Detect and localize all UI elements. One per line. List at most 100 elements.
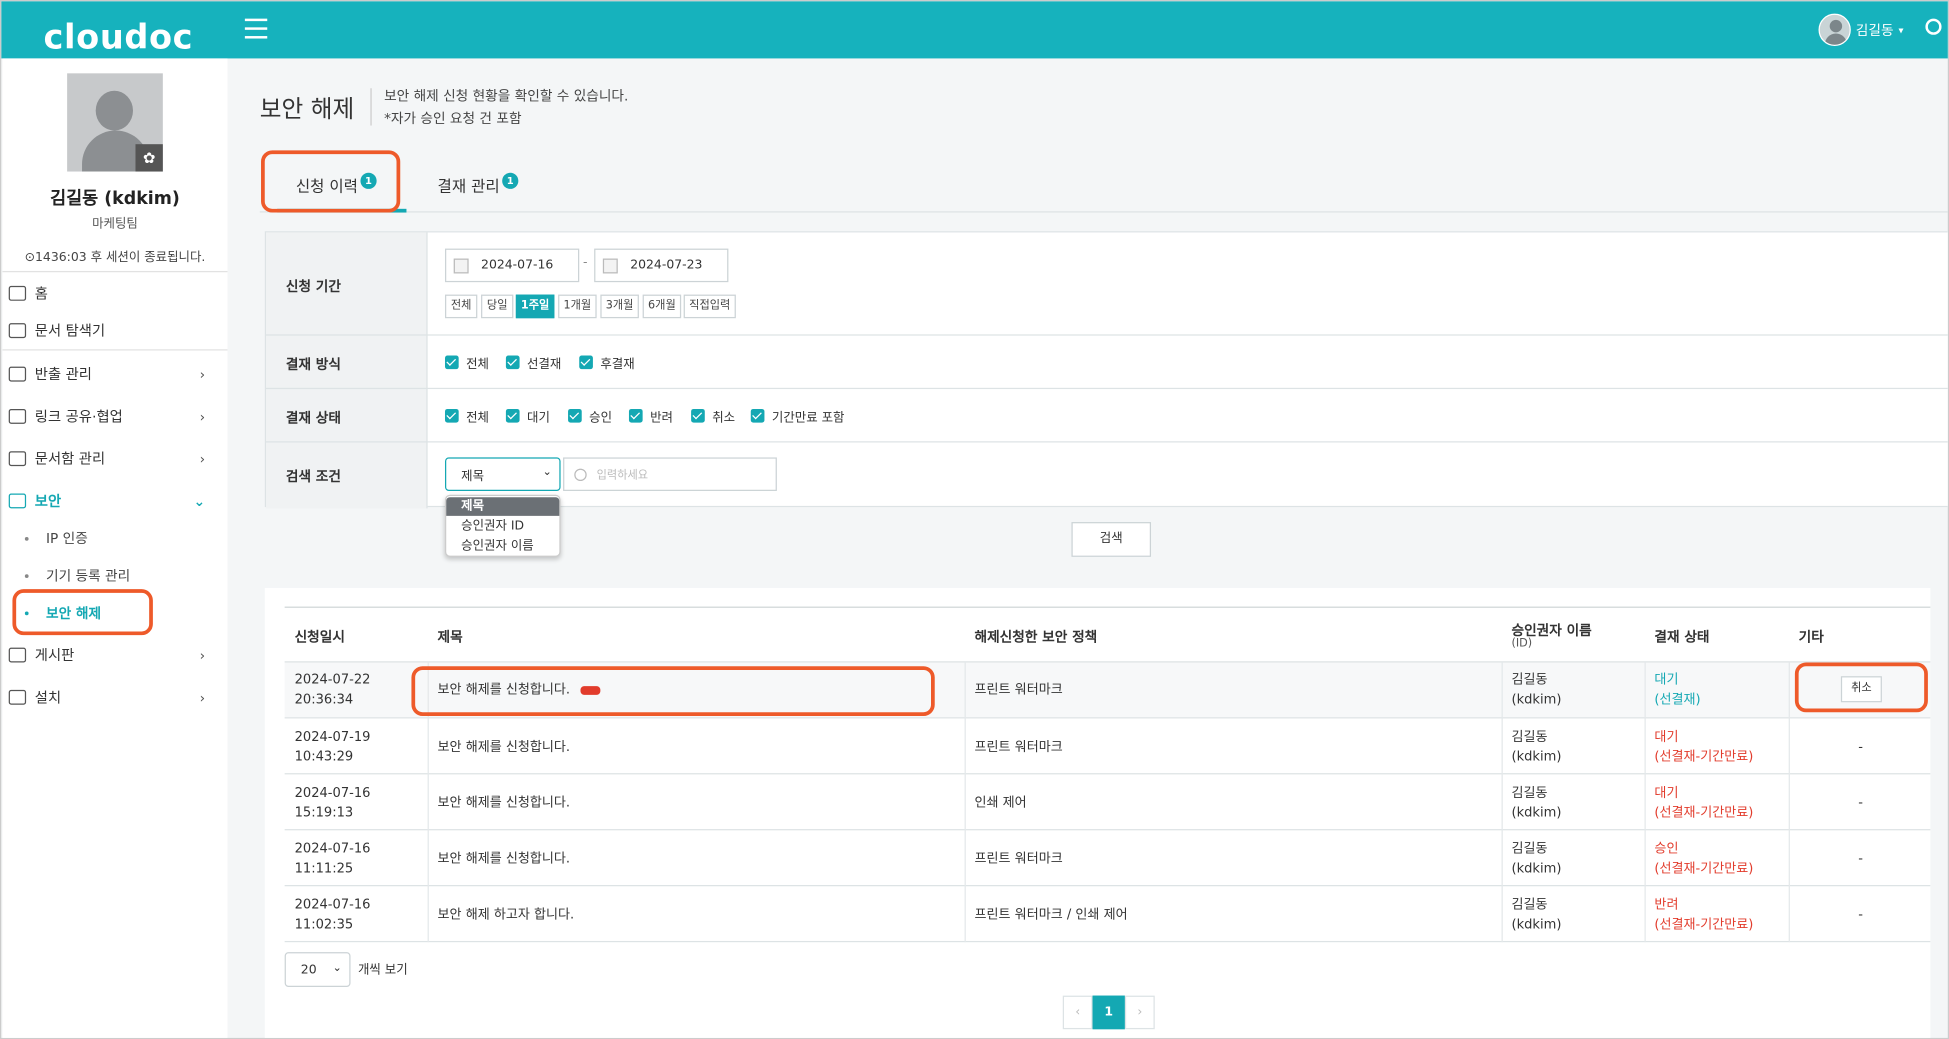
status-canceled-checkbox[interactable]: 취소 [691, 406, 736, 425]
row-policy: 프린트 워터마크 [974, 739, 1063, 755]
sidebar-item-home[interactable]: 홈 [2, 275, 227, 312]
divider [2, 270, 228, 273]
row-approver: 김길동 (kdkim) [1511, 729, 1562, 765]
col-header-title: 제목 [437, 628, 463, 646]
range-custom-button[interactable]: 직접입력 [683, 294, 736, 319]
sidebar-item-docbox[interactable]: 문서함 관리 › [2, 440, 227, 477]
dropdown-option-title[interactable]: 제목 [446, 497, 560, 516]
range-all-button[interactable]: 전체 [444, 294, 478, 319]
date-to-value: 2024-07-23 [630, 258, 703, 273]
tab-approval-management[interactable]: 결재 관리 1 [437, 172, 519, 197]
date-to-input[interactable]: 2024-07-23 [594, 248, 729, 283]
calendar-icon [453, 257, 469, 273]
sidebar-item-install[interactable]: 설치 › [2, 679, 227, 716]
checkbox-label: 반려 [650, 410, 673, 425]
page-1-button[interactable]: 1 [1092, 995, 1125, 1030]
divider [2, 349, 228, 351]
profile-department: 마케팅팀 [92, 217, 138, 232]
status-approved-checkbox[interactable]: 승인 [568, 406, 612, 424]
range-3month-button[interactable]: 3개월 [600, 294, 639, 319]
status-all-checkbox[interactable]: 전체 [444, 406, 489, 424]
dropdown-option-approver-name[interactable]: 승인권자 이름 [446, 537, 559, 556]
gear-icon[interactable]: ✿ [135, 144, 163, 172]
range-6month-button[interactable]: 6개월 [642, 294, 682, 319]
date-from-input[interactable]: 2024-07-16 [444, 248, 580, 283]
row-title-link[interactable]: 보안 해제를 신청합니다. [438, 849, 571, 869]
link-icon [8, 408, 27, 424]
prev-page-button[interactable]: ‹ [1062, 995, 1093, 1030]
search-condition-select[interactable]: 제목 ⌄ [444, 457, 561, 491]
checkbox-label: 선결재 [527, 357, 562, 372]
highlight-box [1794, 662, 1928, 713]
row-approver: 김길동 (kdkim) [1511, 785, 1562, 821]
col-header-status: 결재 상태 [1654, 628, 1710, 646]
dropdown-option-approver-id[interactable]: 승인권자 ID [446, 517, 559, 536]
sidebar-item-board[interactable]: 게시판 › [2, 636, 227, 673]
per-page-select[interactable]: 20 ⌄ [284, 952, 351, 987]
range-today-button[interactable]: 당일 [481, 294, 514, 319]
sidebar-item-label: 문서 탐색기 [34, 321, 106, 340]
row-title-link[interactable]: 보안 해제 하고자 합니다. [438, 905, 575, 925]
checkbox-label: 취소 [712, 410, 736, 425]
row-etc: - [1858, 851, 1864, 867]
range-1month-button[interactable]: 1개월 [558, 294, 597, 319]
sidebar-item-label: 게시판 [34, 646, 75, 664]
highlight-box [12, 589, 153, 636]
sidebar-item-label: 링크 공유·협업 [34, 407, 123, 426]
table-top-border [284, 606, 1931, 608]
menu-icon[interactable] [244, 18, 268, 39]
label-condition: 검색 조건 [285, 468, 341, 485]
status-rejected-checkbox[interactable]: 반려 [628, 406, 673, 425]
sidebar-item-label: 반출 관리 [34, 365, 92, 383]
row-etc: - [1858, 795, 1864, 811]
col-header-policy: 해제신청한 보안 정책 [974, 628, 1098, 646]
sidebar-item-link-share[interactable]: 링크 공유·협업 › [2, 398, 227, 435]
board-icon [8, 647, 27, 663]
row-approver: 김길동 (kdkim) [1511, 841, 1562, 877]
tabs-divider [259, 211, 1948, 213]
checkbox-label: 후결재 [600, 357, 635, 372]
top-bar: cloudoc 김길동 ▾ [1, 1, 1948, 59]
cloudoc-logo[interactable]: cloudoc [44, 9, 193, 58]
sidebar-item-export[interactable]: 반출 관리 › [2, 355, 227, 392]
label-status: 결재 상태 [285, 410, 341, 427]
sidebar: ✿ 김길동 (kdkim) 마케팅팀 ⊙1436:03 후 세션이 종료됩니다.… [2, 58, 228, 1038]
status-waiting-checkbox[interactable]: 대기 [505, 406, 550, 424]
page-title: 보안 해제 [259, 95, 355, 124]
search-placeholder: 입력하세요 [596, 469, 649, 483]
row-approver: 김길동 (kdkim) [1511, 672, 1562, 708]
search-input[interactable]: 입력하세요 [563, 457, 777, 491]
sidebar-item-label: 문서함 관리 [34, 449, 106, 468]
sidebar-sub-ip-auth[interactable]: IP 인증 [24, 522, 88, 554]
calendar-icon [602, 257, 618, 273]
chevron-down-icon: ⌄ [542, 466, 552, 479]
row-policy: 프린트 워터마크 [974, 851, 1063, 867]
row-title-link[interactable]: 보안 해제를 신청합니다. [438, 737, 571, 757]
tab-label: 결재 관리 [437, 176, 500, 196]
row-status: 승인 (선결재-기간만료) [1654, 841, 1754, 877]
page-description: 보안 해제 신청 현황을 확인할 수 있습니다. [384, 88, 629, 105]
caret-down-icon: ▾ [1898, 24, 1904, 36]
page-note: *자가 승인 요청 건 포함 [384, 110, 522, 127]
sidebar-sub-device[interactable]: 기기 등록 관리 [24, 559, 130, 591]
label-method: 결재 방식 [285, 356, 341, 373]
row-datetime: 2024-07-22 20:36:34 [294, 672, 371, 708]
chevron-right-icon: › [199, 647, 206, 664]
search-button[interactable]: 검색 [1071, 522, 1152, 557]
chevron-right-icon: › [199, 451, 206, 468]
sidebar-item-explorer[interactable]: 문서 탐색기 [2, 312, 227, 349]
row-approver: 김길동 (kdkim) [1511, 897, 1562, 933]
download-icon [8, 689, 27, 705]
label-period: 신청 기간 [285, 278, 341, 295]
next-page-button[interactable]: › [1124, 995, 1155, 1030]
sidebar-item-security[interactable]: 보안 ⌄ [2, 482, 227, 519]
status-expired-checkbox[interactable]: 기간만료 포함 [750, 406, 845, 425]
user-menu[interactable]: 김길동 ▾ [1818, 12, 1904, 47]
method-post-checkbox[interactable]: 후결재 [579, 353, 635, 372]
checkbox-label: 기간만료 포함 [771, 410, 845, 425]
globe-icon[interactable] [1925, 18, 1942, 35]
row-title-link[interactable]: 보안 해제를 신청합니다. [438, 793, 571, 813]
range-1week-button[interactable]: 1주일 [515, 294, 555, 319]
method-all-checkbox[interactable]: 전체 [444, 353, 489, 371]
method-pre-checkbox[interactable]: 선결재 [505, 353, 562, 372]
